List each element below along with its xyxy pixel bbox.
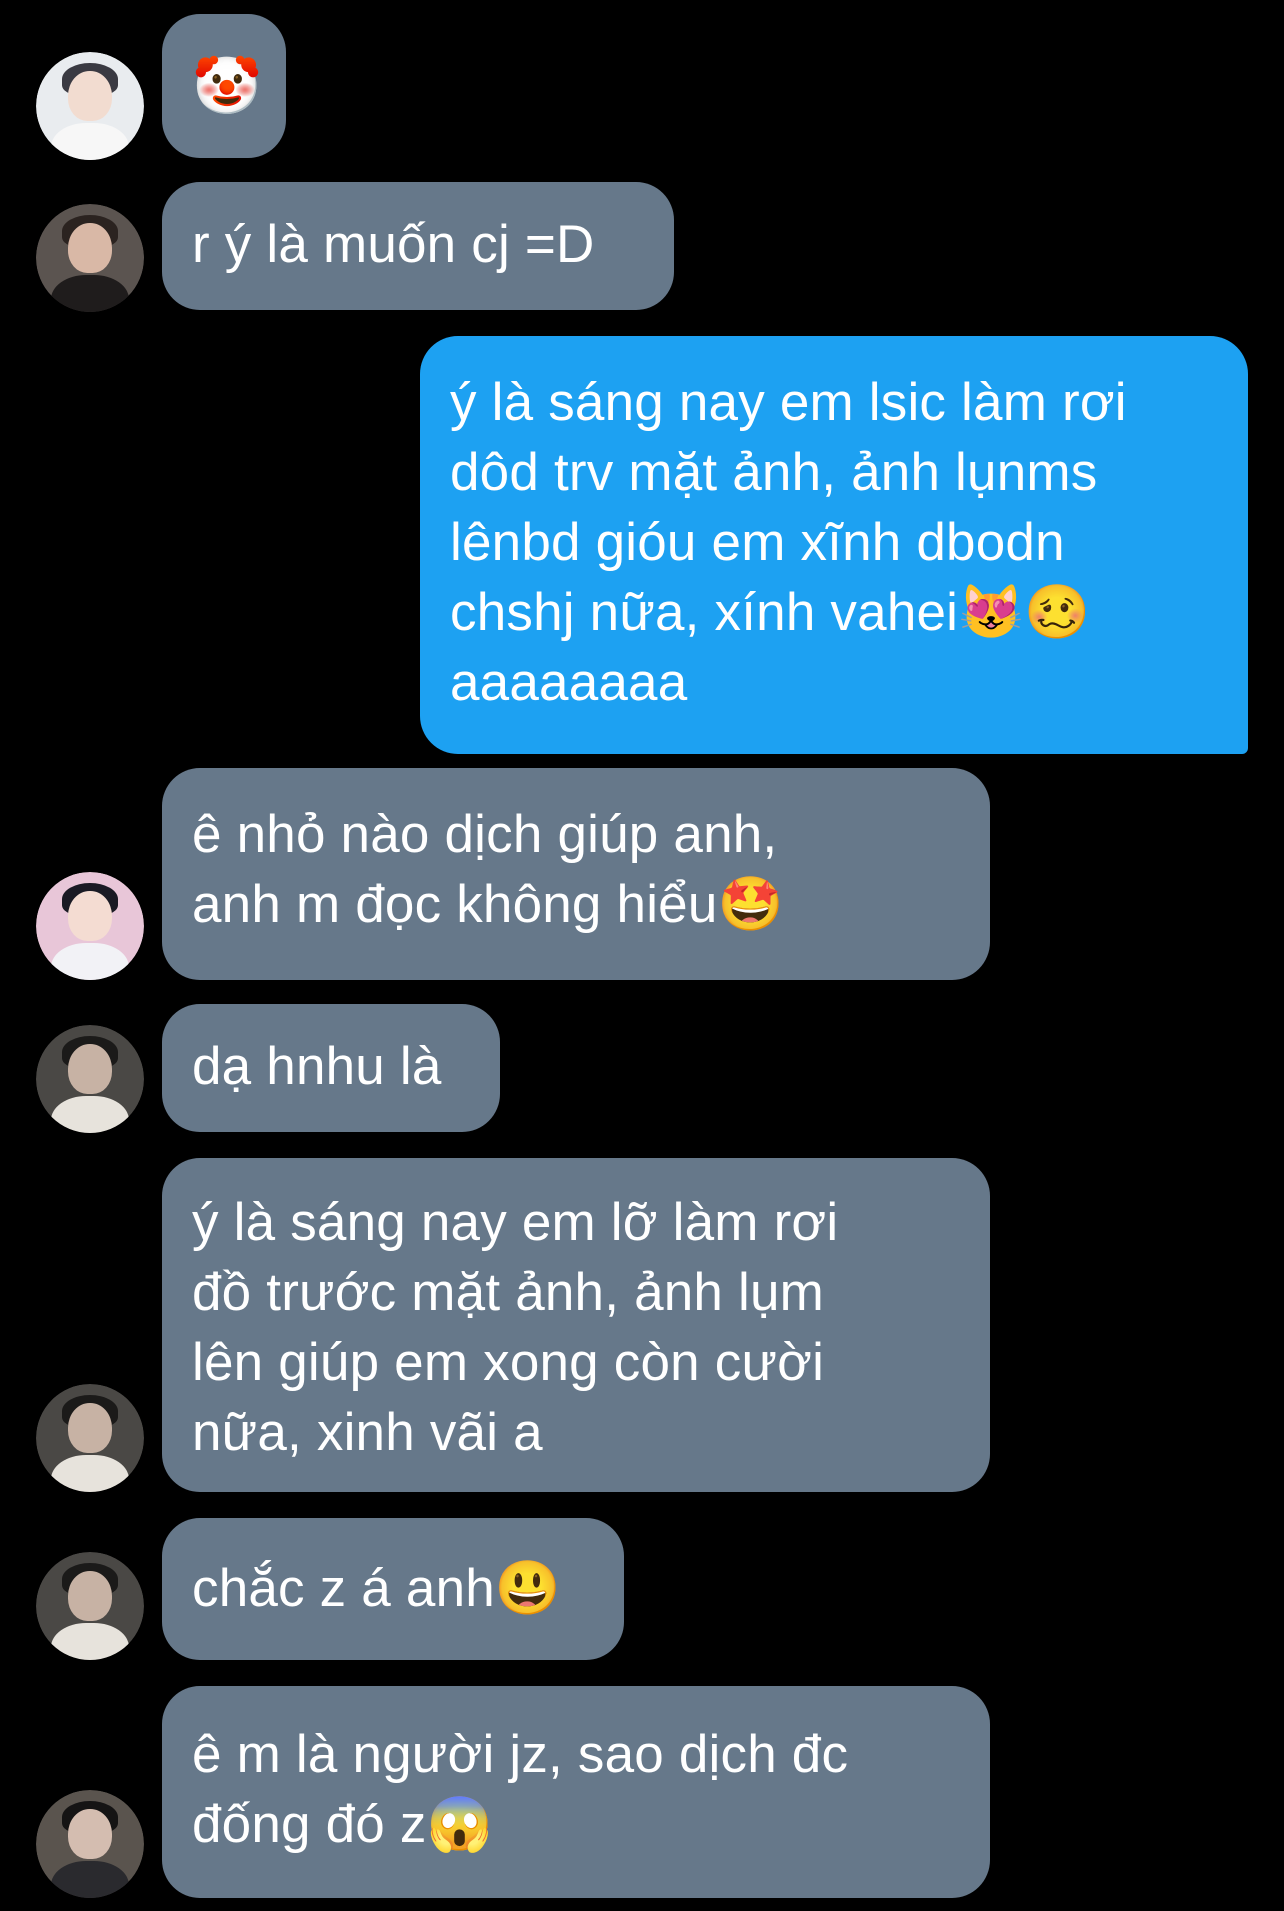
message-bubble-6[interactable]: ý là sáng nay em lỡ làm rơi đồ trước mặt… [162,1158,990,1492]
avatar[interactable] [36,1790,144,1898]
avatar[interactable] [36,52,144,160]
avatar[interactable] [36,1384,144,1492]
message-bubble-3[interactable]: ý là sáng nay em lsic làm rơi dôd trv mặ… [420,336,1248,754]
message-bubble-7[interactable]: chắc z á anh😃 [162,1518,624,1660]
message-bubble-2[interactable]: r ý là muốn cj =D [162,182,674,310]
avatar[interactable] [36,1552,144,1660]
message-bubble-8[interactable]: ê m là người jz, sao dịch đc đống đó z😱 [162,1686,990,1898]
avatar[interactable] [36,204,144,312]
avatar[interactable] [36,872,144,980]
message-bubble-1[interactable]: 🤡 [162,14,286,158]
message-bubble-5[interactable]: dạ hnhu là [162,1004,500,1132]
message-bubble-4[interactable]: ê nhỏ nào dịch giúp anh, anh m đọc không… [162,768,990,980]
avatar[interactable] [36,1025,144,1133]
